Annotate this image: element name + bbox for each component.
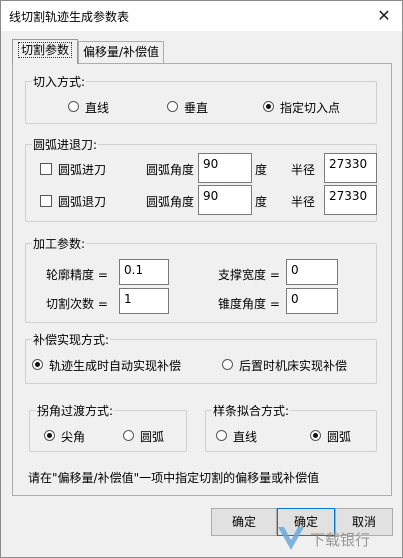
support-width-label: 支撑宽度 = <box>218 268 280 282</box>
hint-text: 请在"偏移量/补偿值"一项中指定切割的偏移量或补偿值 <box>28 471 320 485</box>
window-title: 线切割轨迹生成参数表 <box>9 10 130 24</box>
arc-out-angle-unit: 度 <box>255 195 268 209</box>
close-button[interactable]: ✕ <box>366 1 402 31</box>
tab-panel: 切入方式: 直线 垂直 指定切入点 圆弧进退刀: 圆弧进刀 圆弧角度 90 度 … <box>12 63 392 496</box>
watermark-v-icon <box>278 527 304 550</box>
arc-feed-title: 圆弧进退刀: <box>32 136 99 153</box>
tab-cut-params-label: 切割参数 <box>17 42 72 58</box>
cut-count-label: 切割次数 = <box>46 297 108 311</box>
contour-precision-label: 轮廓精度 = <box>46 268 108 282</box>
entry-point-label: 指定切入点 <box>280 101 341 115</box>
arc-out-label: 圆弧退刀 <box>58 195 107 209</box>
entry-mode-group: 切入方式: 直线 垂直 指定切入点 <box>25 73 377 124</box>
taper-angle-label: 锥度角度 = <box>218 297 280 311</box>
corner-group: 拐角过渡方式: 尖角 圆弧 <box>29 402 187 452</box>
arc-in-angle-label: 圆弧角度 <box>146 163 195 177</box>
entry-vertical-radio[interactable] <box>167 101 178 112</box>
machining-title: 加工参数: <box>32 235 87 252</box>
entry-line-radio[interactable] <box>68 101 79 112</box>
corner-sharp-radio[interactable] <box>44 430 55 441</box>
tab-offset-compensation[interactable]: 偏移量/补偿值 <box>78 41 164 63</box>
tab-cut-params[interactable]: 切割参数 <box>12 39 78 64</box>
entry-mode-title: 切入方式: <box>32 73 87 90</box>
arc-in-label: 圆弧进刀 <box>58 163 107 177</box>
dialog-window: 线切割轨迹生成参数表 ✕ 偏移量/补偿值 切割参数 切入方式: 直线 垂直 指定… <box>0 0 403 558</box>
arc-out-radius-input[interactable]: 27330 <box>324 185 377 215</box>
arc-in-checkbox[interactable] <box>40 163 52 175</box>
spline-line-radio[interactable] <box>216 430 227 441</box>
corner-title: 拐角过渡方式: <box>36 402 115 419</box>
comp-machine-radio[interactable] <box>222 359 233 370</box>
arc-out-checkbox[interactable] <box>40 195 52 207</box>
corner-arc-radio[interactable] <box>123 430 134 441</box>
taper-angle-input[interactable]: 0 <box>286 288 338 314</box>
compensation-group: 补偿实现方式: 轨迹生成时自动实现补偿 后置时机床实现补偿 <box>25 331 377 384</box>
cut-count-input[interactable]: 1 <box>119 288 169 314</box>
entry-vertical-label: 垂直 <box>184 101 209 115</box>
watermark-text: 下载银行 <box>310 531 371 549</box>
ok-button[interactable]: 确定 <box>211 508 277 536</box>
arc-out-angle-label: 圆弧角度 <box>146 195 195 209</box>
arc-in-radius-input[interactable]: 27330 <box>324 153 377 183</box>
arc-out-angle-input[interactable]: 90 <box>198 185 252 215</box>
spline-line-label: 直线 <box>233 430 258 444</box>
spline-arc-radio[interactable] <box>310 430 321 441</box>
arc-in-radius-label: 半径 <box>291 163 316 177</box>
corner-arc-label: 圆弧 <box>140 430 165 444</box>
comp-auto-label: 轨迹生成时自动实现补偿 <box>49 359 182 373</box>
arc-feed-group: 圆弧进退刀: 圆弧进刀 圆弧角度 90 度 半径 27330 圆弧退刀 圆弧角度… <box>25 136 377 222</box>
contour-precision-input[interactable]: 0.1 <box>119 259 169 285</box>
entry-line-label: 直线 <box>85 101 110 115</box>
comp-machine-label: 后置时机床实现补偿 <box>239 359 348 373</box>
tab-offset-label: 偏移量/补偿值 <box>82 45 160 59</box>
arc-in-angle-input[interactable]: 90 <box>198 153 252 183</box>
comp-auto-radio[interactable] <box>32 359 43 370</box>
spline-title: 样条拟合方式: <box>212 402 291 419</box>
arc-in-angle-unit: 度 <box>255 163 268 177</box>
watermark-logo: 下载银行 <box>276 523 396 553</box>
title-bar: 线切割轨迹生成参数表 ✕ <box>1 1 402 31</box>
corner-sharp-label: 尖角 <box>61 430 86 444</box>
machining-group: 加工参数: 轮廓精度 = 0.1 切割次数 = 1 支撑宽度 = 0 锥度角度 … <box>25 235 377 323</box>
support-width-input[interactable]: 0 <box>286 259 338 285</box>
entry-point-radio[interactable] <box>263 101 274 112</box>
spline-arc-label: 圆弧 <box>327 430 352 444</box>
spline-group: 样条拟合方式: 直线 圆弧 <box>205 402 377 452</box>
compensation-title: 补偿实现方式: <box>32 331 111 348</box>
arc-out-radius-label: 半径 <box>291 195 316 209</box>
